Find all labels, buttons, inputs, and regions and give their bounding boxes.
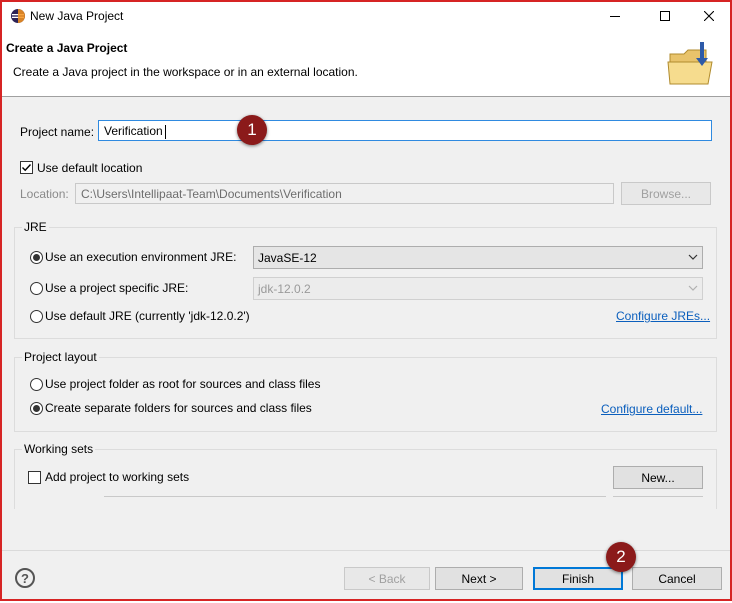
radio-separate-folders[interactable]: [30, 402, 43, 415]
close-icon: [704, 11, 714, 21]
project-specific-jre-value: jdk-12.0.2: [258, 282, 311, 296]
add-to-working-sets-checkbox[interactable]: [28, 471, 41, 484]
finish-button[interactable]: Finish: [533, 567, 623, 590]
browse-button[interactable]: Browse...: [621, 182, 711, 205]
location-input[interactable]: C:\Users\Intellipaat-Team\Documents\Veri…: [75, 183, 614, 204]
banner-title: Create a Java Project: [6, 41, 128, 55]
execution-environment-label: Use an execution environment JRE:: [45, 250, 237, 264]
dialog-window: New Java Project Create a Java Project C…: [0, 0, 732, 601]
java-project-folder-icon: [666, 40, 720, 91]
window-title: New Java Project: [30, 9, 124, 23]
radio-project-folder-root[interactable]: [30, 378, 43, 391]
use-default-location-checkbox[interactable]: [20, 161, 33, 174]
configure-jres-link[interactable]: Configure JREs...: [616, 309, 710, 323]
default-jre-label: Use default JRE (currently 'jdk-12.0.2'): [45, 309, 250, 323]
chevron-down-icon: [688, 254, 698, 260]
minimize-button[interactable]: [592, 2, 638, 30]
separate-folders-label: Create separate folders for sources and …: [45, 401, 312, 415]
checkmark-icon: [22, 164, 32, 172]
execution-environment-select[interactable]: JavaSE-12: [253, 246, 703, 269]
step-1-badge: 1: [237, 115, 267, 145]
project-specific-jre-select[interactable]: jdk-12.0.2: [253, 277, 703, 300]
working-sets-separator: [104, 496, 606, 497]
title-bar: New Java Project: [2, 2, 730, 30]
project-specific-jre-label: Use a project specific JRE:: [45, 281, 189, 295]
execution-environment-value: JavaSE-12: [258, 251, 317, 265]
jre-group-title: JRE: [22, 220, 49, 234]
minimize-icon: [610, 16, 620, 17]
maximize-button[interactable]: [642, 2, 688, 30]
text-caret: [165, 125, 166, 139]
configure-default-link[interactable]: Configure default...: [601, 402, 702, 416]
radio-selected-dot: [33, 254, 40, 261]
add-to-working-sets-label: Add project to working sets: [45, 470, 190, 484]
banner-description: Create a Java project in the workspace o…: [13, 65, 358, 79]
cancel-button[interactable]: Cancel: [632, 567, 722, 590]
radio-selected-dot: [33, 405, 40, 412]
chevron-down-icon: [688, 285, 698, 291]
project-layout-group-title: Project layout: [22, 350, 99, 364]
new-working-set-button[interactable]: New...: [613, 466, 703, 489]
help-icon[interactable]: ?: [15, 568, 35, 588]
use-default-location-label: Use default location: [37, 161, 143, 175]
radio-project-specific-jre[interactable]: [30, 282, 43, 295]
next-button[interactable]: Next >: [435, 567, 523, 590]
radio-default-jre[interactable]: [30, 310, 43, 323]
project-layout-group: [14, 357, 717, 432]
back-button[interactable]: < Back: [344, 567, 430, 590]
project-name-label: Project name:: [20, 125, 95, 139]
close-button[interactable]: [686, 2, 730, 30]
eclipse-icon: [10, 8, 26, 24]
working-sets-group-title: Working sets: [22, 442, 96, 456]
wizard-banner: Create a Java Project Create a Java proj…: [2, 30, 730, 97]
step-2-badge: 2: [606, 542, 636, 572]
location-label: Location:: [20, 187, 69, 201]
project-name-input[interactable]: Verification: [98, 120, 712, 141]
project-folder-root-label: Use project folder as root for sources a…: [45, 377, 321, 391]
working-sets-separator: [613, 496, 703, 497]
maximize-icon: [660, 11, 670, 21]
radio-execution-environment[interactable]: [30, 251, 43, 264]
